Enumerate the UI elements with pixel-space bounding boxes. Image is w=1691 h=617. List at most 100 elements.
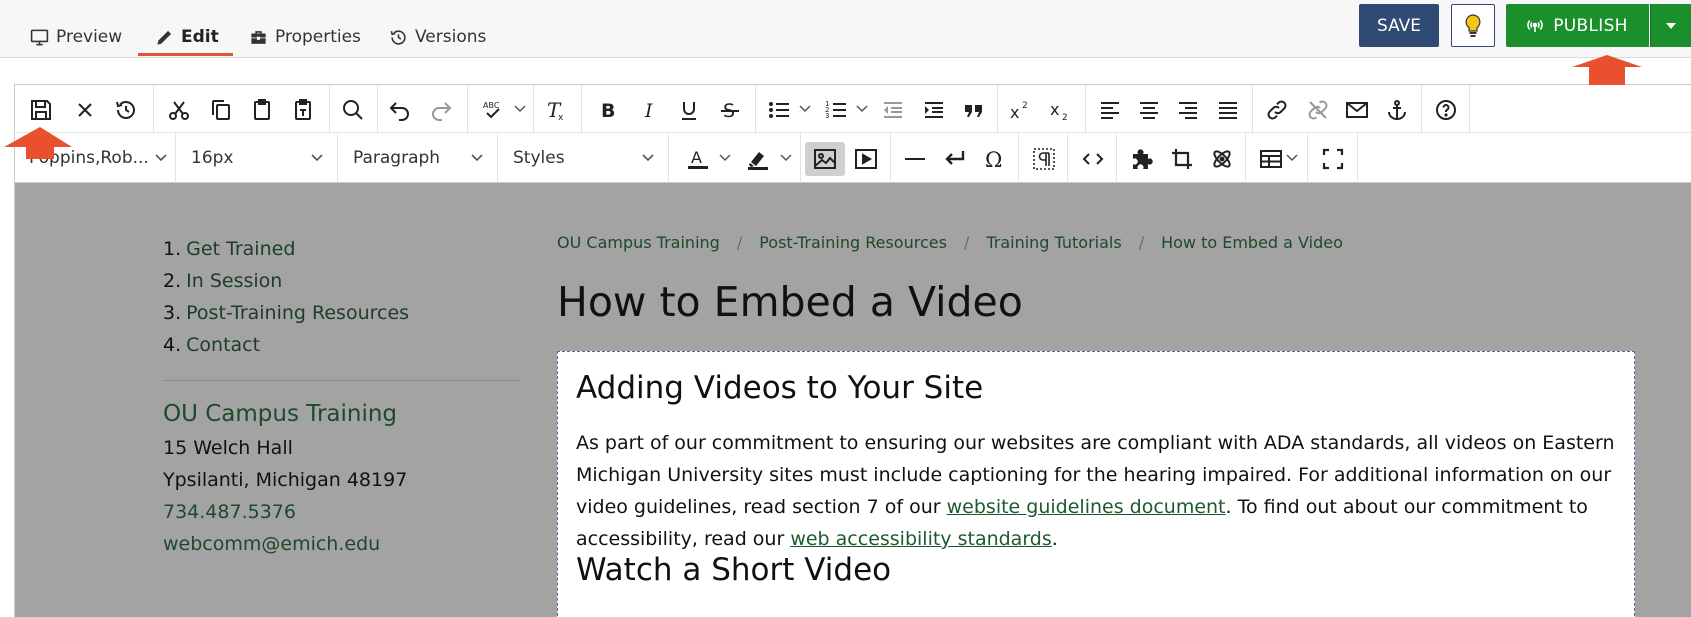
insert-email-button[interactable] <box>1341 94 1373 126</box>
caret-down-icon <box>1666 22 1676 29</box>
pencil-icon <box>157 30 172 45</box>
styles-select[interactable]: Styles <box>513 142 656 174</box>
redo-button[interactable] <box>425 94 457 126</box>
fullscreen-button[interactable] <box>1313 142 1353 176</box>
highlight-color-button[interactable] <box>738 142 778 176</box>
copy-button[interactable] <box>205 94 237 126</box>
tab-properties[interactable]: Properties <box>249 22 361 52</box>
indent-button[interactable] <box>918 94 950 126</box>
nav-link[interactable]: Get Trained <box>186 238 295 260</box>
save-draft-button[interactable] <box>25 94 57 126</box>
sidebar-nav-item[interactable]: 4. Contact <box>163 329 409 361</box>
breadcrumb-item[interactable]: Training Tutorials <box>986 233 1121 252</box>
clear-formatting-button[interactable]: Tx <box>540 94 572 126</box>
font-size-select[interactable]: 16px <box>191 142 325 174</box>
breadcrumb-item[interactable]: Post-Training Resources <box>759 233 947 252</box>
chevron-down-icon[interactable] <box>718 151 732 165</box>
insert-anchor-button[interactable] <box>1381 94 1413 126</box>
svg-text:x: x <box>1050 100 1059 119</box>
cut-button[interactable] <box>163 94 195 126</box>
underline-button[interactable] <box>673 94 705 126</box>
insert-image-button[interactable] <box>805 142 845 176</box>
publish-button[interactable]: PUBLISH <box>1506 4 1649 47</box>
line-break-button[interactable] <box>935 142 975 176</box>
tab-versions[interactable]: Versions <box>389 22 486 52</box>
chevron-down-icon[interactable] <box>855 102 869 116</box>
code-icon <box>1082 153 1104 165</box>
chevron-down-icon[interactable] <box>779 151 793 165</box>
justify-button[interactable] <box>1212 94 1244 126</box>
block-format-select[interactable]: Paragraph <box>353 142 485 174</box>
outdent-button[interactable] <box>877 94 909 126</box>
undo-button[interactable] <box>384 94 416 126</box>
chevron-down-icon[interactable] <box>1285 151 1299 165</box>
text-color-button[interactable]: A <box>678 142 718 176</box>
floppy-disk-icon <box>31 100 51 120</box>
align-left-button[interactable] <box>1094 94 1126 126</box>
breadcrumb-item[interactable]: How to Embed a Video <box>1161 233 1343 252</box>
suggestions-button[interactable] <box>1451 4 1495 47</box>
help-button[interactable] <box>1430 94 1462 126</box>
highlighter-icon <box>748 152 768 170</box>
align-right-icon <box>1179 102 1197 119</box>
remove-link-button[interactable] <box>1302 94 1334 126</box>
sidebar-nav-item[interactable]: 1. Get Trained <box>163 233 409 265</box>
insert-media-button[interactable] <box>846 142 886 176</box>
breadcrumb-separator: / <box>736 233 743 252</box>
phone-link[interactable]: 734.487.5376 <box>163 501 296 523</box>
blockquote-button[interactable] <box>958 94 990 126</box>
numbered-list-button[interactable]: 123 <box>820 94 852 126</box>
tab-edit[interactable]: Edit <box>155 22 219 52</box>
crop-icon <box>1172 149 1192 169</box>
insert-asset-button[interactable] <box>1202 142 1242 176</box>
copy-icon <box>212 100 230 120</box>
align-center-button[interactable] <box>1133 94 1165 126</box>
horizontal-rule-icon <box>905 158 925 160</box>
nav-link[interactable]: In Session <box>186 270 282 292</box>
breadcrumb-item[interactable]: OU Campus Training <box>557 233 720 252</box>
bullet-list-button[interactable] <box>763 94 795 126</box>
superscript-icon: x2 <box>1010 101 1028 122</box>
org-name: OU Campus Training <box>163 401 398 427</box>
publish-options-button[interactable] <box>1650 4 1691 47</box>
insert-snippet-button[interactable] <box>1162 142 1202 176</box>
find-replace-button[interactable] <box>337 94 369 126</box>
bold-button[interactable]: B <box>592 94 624 126</box>
chevron-down-icon[interactable] <box>513 102 527 116</box>
show-blocks-button[interactable] <box>1024 142 1064 176</box>
tab-preview[interactable]: Preview <box>30 22 122 52</box>
email-link[interactable]: webcomm@emich.edu <box>163 533 380 555</box>
superscript-button[interactable]: x2 <box>1005 94 1037 126</box>
special-character-button[interactable]: Ω <box>975 142 1015 176</box>
paragraph-text: . <box>1051 528 1058 550</box>
sidebar-nav-item[interactable]: 3. Post-Training Resources <box>163 297 409 329</box>
cancel-button[interactable] <box>69 94 101 126</box>
web-accessibility-link[interactable]: web accessibility standards <box>790 528 1051 550</box>
revert-button[interactable] <box>110 94 142 126</box>
align-right-button[interactable] <box>1172 94 1204 126</box>
italic-button[interactable]: I <box>633 94 665 126</box>
redo-icon <box>432 102 452 121</box>
save-button[interactable]: SAVE <box>1359 4 1439 47</box>
paste-button[interactable] <box>246 94 278 126</box>
history-icon <box>390 29 406 45</box>
spellcheck-button[interactable]: ABC <box>477 94 509 126</box>
breadcrumb-separator: / <box>1138 233 1145 252</box>
strikethrough-button[interactable]: S <box>714 94 746 126</box>
chevron-down-icon[interactable] <box>798 102 812 116</box>
source-code-button[interactable] <box>1073 142 1113 176</box>
website-guidelines-link[interactable]: website guidelines document <box>947 496 1226 518</box>
chevron-down-icon <box>155 154 167 162</box>
section-heading: Watch a Short Video <box>576 552 892 588</box>
editable-region[interactable]: Adding Videos to Your Site As part of ou… <box>557 351 1635 617</box>
clipboard-text-icon <box>295 99 311 120</box>
sidebar-nav-item[interactable]: 2. In Session <box>163 265 409 297</box>
insert-component-button[interactable] <box>1122 142 1162 176</box>
nav-link[interactable]: Post-Training Resources <box>186 302 409 324</box>
paste-as-text-button[interactable] <box>287 94 319 126</box>
insert-link-button[interactable] <box>1261 94 1293 126</box>
nav-link[interactable]: Contact <box>186 334 260 356</box>
tab-label: Preview <box>56 27 123 47</box>
subscript-button[interactable]: x2 <box>1045 94 1077 126</box>
horizontal-line-button[interactable] <box>895 142 935 176</box>
